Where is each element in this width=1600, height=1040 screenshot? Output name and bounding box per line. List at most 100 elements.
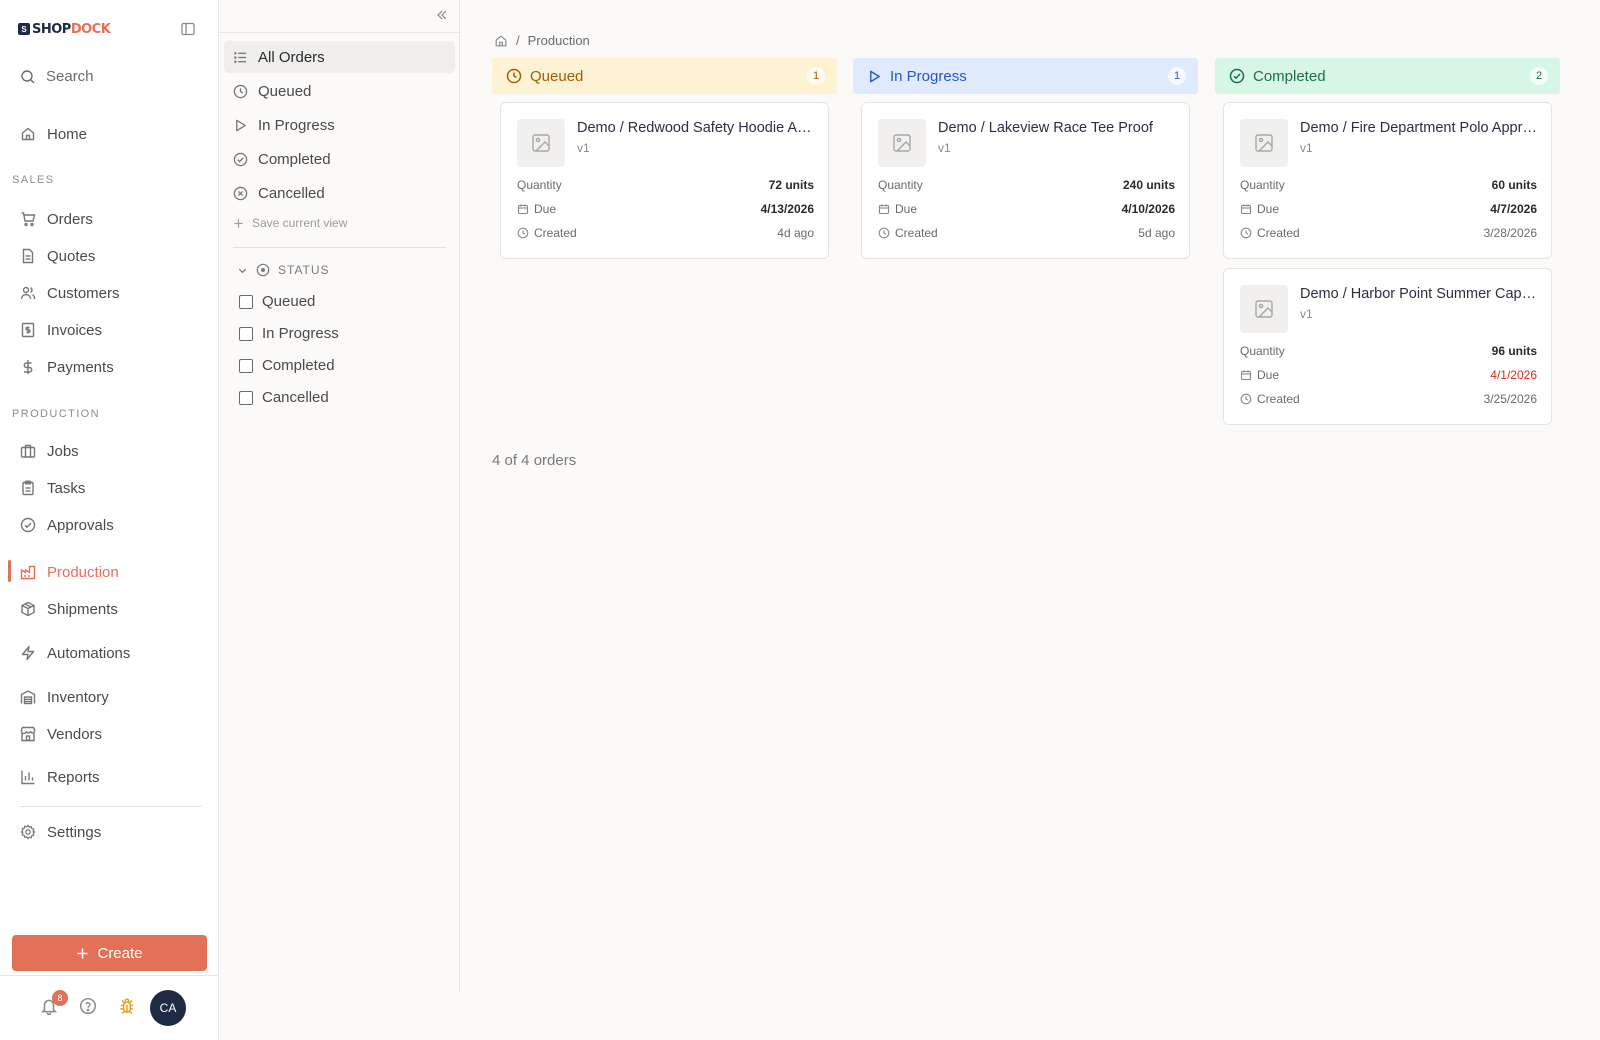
nav-approvals[interactable]: Approvals: [20, 513, 114, 537]
column-count-completed: 2: [1530, 67, 1548, 85]
create-button-label: Create: [97, 944, 143, 962]
nav-vendors-label: Vendors: [47, 725, 103, 743]
card-quantity-row: Quantity 96 units: [1240, 344, 1537, 358]
due-value-overdue: 4/1/2026: [1490, 368, 1537, 382]
order-card[interactable]: Demo / Lakeview Race Tee Proof v1 Quanti…: [861, 102, 1190, 259]
filter-cancelled-label: Cancelled: [262, 389, 329, 406]
nav-invoices[interactable]: Invoices: [20, 318, 102, 342]
sales-section-label: SALES: [12, 174, 55, 186]
order-card[interactable]: Demo / Harbor Point Summer Cap Proof v1 …: [1223, 268, 1552, 425]
nav-customers[interactable]: Customers: [20, 281, 120, 305]
notification-badge: 8: [52, 990, 68, 1006]
sidebar-toggle-icon[interactable]: [180, 21, 198, 39]
order-card[interactable]: Demo / Redwood Safety Hoodie Approval v1…: [500, 102, 829, 259]
search-button[interactable]: Search: [20, 68, 94, 85]
collapse-panel-icon[interactable]: [435, 8, 451, 24]
card-version: v1: [1300, 307, 1313, 321]
status-filter-toggle[interactable]: STATUS: [237, 263, 330, 277]
nav-reports[interactable]: Reports: [20, 765, 100, 789]
logo[interactable]: S SHOP DOCK: [18, 18, 198, 40]
order-card[interactable]: Demo / Fire Department Polo Approval v1 …: [1223, 102, 1552, 259]
nav-jobs[interactable]: Jobs: [20, 439, 79, 463]
view-in-progress[interactable]: In Progress: [224, 109, 455, 141]
view-cancelled[interactable]: Cancelled: [224, 177, 455, 209]
card-title: Demo / Lakeview Race Tee Proof: [938, 120, 1153, 136]
sidebar-divider: [20, 806, 202, 807]
card-created-row: Created 3/25/2026: [1240, 392, 1537, 406]
package-icon: [20, 601, 36, 617]
due-value: 4/10/2026: [1121, 202, 1175, 216]
store-icon: [20, 726, 36, 742]
nav-home[interactable]: Home: [20, 122, 87, 146]
quantity-label: Quantity: [878, 178, 923, 192]
calendar-icon: [878, 203, 890, 215]
dollar-icon: [20, 359, 36, 375]
created-value: 3/25/2026: [1483, 392, 1537, 406]
card-created-row: Created 3/28/2026: [1240, 226, 1537, 240]
card-due-row: Due 4/1/2026: [1240, 368, 1537, 382]
chevron-down-icon: [237, 265, 248, 276]
image-placeholder-icon: [1240, 285, 1288, 333]
card-title: Demo / Fire Department Polo Approval: [1300, 120, 1540, 136]
home-icon: [20, 126, 36, 142]
document-icon: [20, 248, 36, 264]
views-panel: All Orders Queued In Progress Completed …: [219, 0, 460, 992]
view-all-orders[interactable]: All Orders: [224, 41, 455, 73]
filter-in-progress-label: In Progress: [262, 325, 339, 342]
quantity-value: 60 units: [1491, 178, 1537, 192]
card-quantity-row: Quantity 72 units: [517, 178, 814, 192]
filter-queued-checkbox[interactable]: [239, 294, 253, 309]
filter-completed-label: Completed: [262, 357, 335, 374]
filter-queued[interactable]: Queued: [239, 293, 315, 310]
nav-automations[interactable]: Automations: [20, 641, 130, 665]
nav-inventory[interactable]: Inventory: [20, 685, 109, 709]
briefcase-icon: [20, 443, 36, 459]
nav-quotes[interactable]: Quotes: [20, 244, 95, 268]
nav-payments[interactable]: Payments: [20, 355, 114, 379]
nav-vendors[interactable]: Vendors: [20, 722, 102, 746]
quantity-label: Quantity: [1240, 344, 1285, 358]
filter-completed-checkbox[interactable]: [239, 358, 253, 373]
nav-settings[interactable]: Settings: [20, 820, 101, 844]
filter-completed[interactable]: Completed: [239, 357, 335, 374]
calendar-icon: [517, 203, 529, 215]
created-label: Created: [1257, 392, 1300, 406]
created-label: Created: [534, 226, 577, 240]
filter-in-progress[interactable]: In Progress: [239, 325, 339, 342]
clock-icon: [517, 227, 529, 239]
check-circle-icon: [20, 517, 36, 533]
warehouse-icon: [20, 689, 36, 705]
nav-automations-label: Automations: [47, 644, 131, 662]
filter-queued-label: Queued: [262, 293, 316, 310]
nav-production[interactable]: Production: [20, 560, 119, 584]
filter-in-progress-checkbox[interactable]: [239, 326, 253, 341]
nav-tasks-label: Tasks: [47, 479, 86, 497]
filter-cancelled[interactable]: Cancelled: [239, 389, 329, 406]
calendar-icon: [1240, 369, 1252, 381]
card-quantity-row: Quantity 240 units: [878, 178, 1175, 192]
nav-invoices-label: Invoices: [47, 321, 103, 339]
plus-icon: [76, 947, 89, 960]
active-indicator: [8, 560, 11, 582]
created-value: 3/28/2026: [1483, 226, 1537, 240]
view-completed[interactable]: Completed: [224, 143, 455, 175]
user-avatar[interactable]: CA: [150, 990, 186, 1026]
help-icon[interactable]: [79, 997, 99, 1017]
created-label: Created: [1257, 226, 1300, 240]
filter-cancelled-checkbox[interactable]: [239, 390, 253, 405]
view-completed-label: Completed: [258, 150, 331, 168]
view-queued-label: Queued: [258, 82, 312, 100]
logo-mark: S: [18, 23, 30, 35]
view-queued[interactable]: Queued: [224, 75, 455, 107]
nav-shipments[interactable]: Shipments: [20, 597, 118, 621]
production-section-label: PRODUCTION: [12, 408, 100, 420]
bug-icon[interactable]: [118, 997, 138, 1017]
home-icon[interactable]: [494, 34, 508, 48]
calendar-icon: [1240, 203, 1252, 215]
nav-orders[interactable]: Orders: [20, 207, 93, 231]
nav-tasks[interactable]: Tasks: [20, 476, 85, 500]
save-view-button[interactable]: Save current view: [233, 216, 347, 230]
column-count-queued: 1: [807, 67, 825, 85]
play-icon: [233, 118, 248, 133]
create-button[interactable]: Create: [12, 935, 207, 971]
